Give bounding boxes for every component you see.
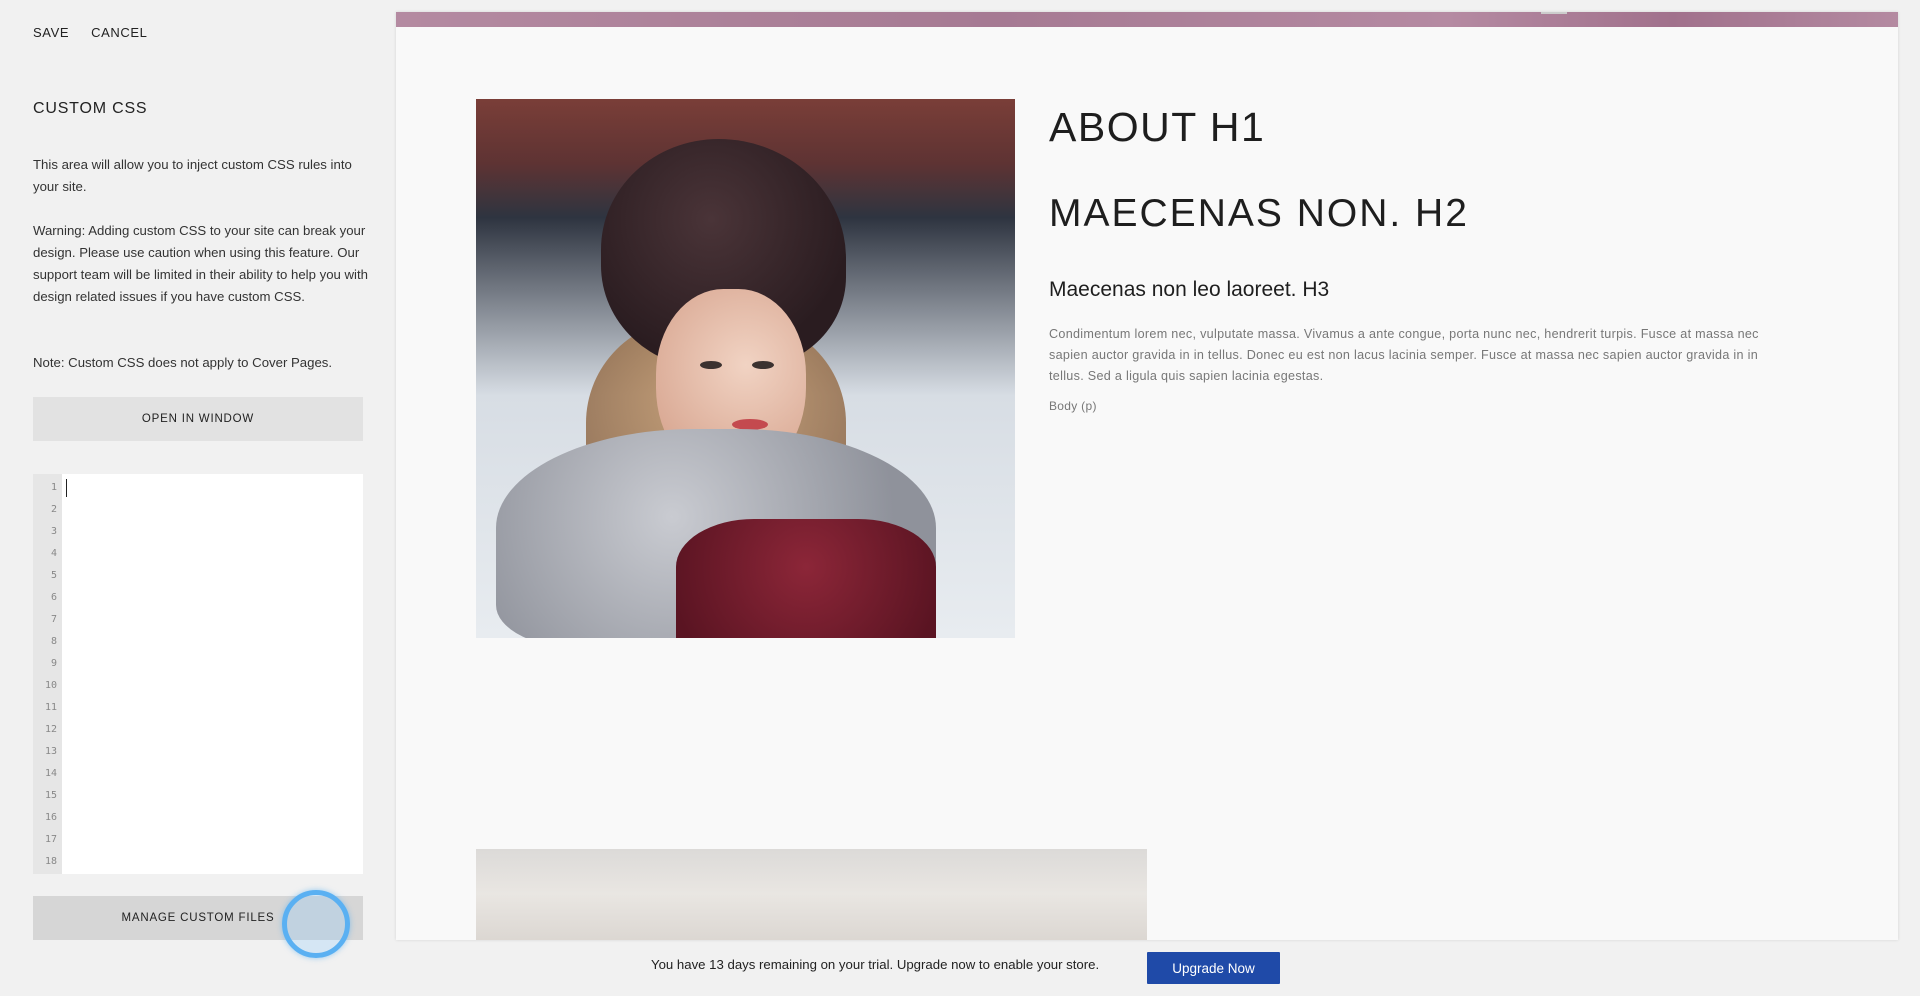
portrait-image bbox=[476, 99, 1015, 638]
line-number: 10 bbox=[44, 680, 57, 691]
upgrade-now-button[interactable]: Upgrade Now bbox=[1147, 952, 1280, 984]
text-cursor bbox=[66, 479, 67, 497]
site-preview: ABOUT H1 MAECENAS NON. H2 Maecenas non l… bbox=[396, 12, 1898, 940]
open-in-window-button[interactable]: OPEN IN WINDOW bbox=[33, 397, 363, 441]
preview-handle bbox=[1541, 12, 1567, 14]
trial-message: You have 13 days remaining on your trial… bbox=[651, 957, 1100, 972]
line-number: 9 bbox=[50, 658, 57, 669]
heading-h1: ABOUT H1 bbox=[1049, 104, 1266, 150]
code-input-area[interactable] bbox=[62, 474, 363, 874]
line-number: 16 bbox=[44, 812, 57, 823]
cancel-button[interactable]: CANCEL bbox=[91, 25, 147, 40]
heading-h2: MAECENAS NON. H2 bbox=[1049, 192, 1469, 235]
heading-h3: Maecenas non leo laoreet. H3 bbox=[1049, 278, 1330, 301]
line-number: 7 bbox=[50, 614, 57, 625]
line-number: 13 bbox=[44, 746, 57, 757]
line-number: 17 bbox=[44, 834, 57, 845]
line-number-gutter: 1 2 3 4 5 6 7 8 9 10 11 12 13 14 15 16 17 18 bbox=[33, 474, 62, 874]
click-indicator bbox=[282, 890, 350, 958]
secondary-image bbox=[476, 849, 1147, 940]
line-number: 6 bbox=[50, 592, 57, 603]
header-banner-strip bbox=[396, 12, 1898, 27]
image-eye-shape bbox=[700, 361, 722, 369]
body-style-label: Body (p) bbox=[1049, 399, 1097, 413]
save-button[interactable]: SAVE bbox=[33, 25, 69, 40]
css-code-editor[interactable]: 1 2 3 4 5 6 7 8 9 10 11 12 13 14 15 16 17 18 bbox=[33, 474, 363, 874]
css-editor-sidebar: SAVE CANCEL CUSTOM CSS This area will al… bbox=[0, 0, 395, 996]
line-number: 4 bbox=[50, 548, 57, 559]
line-number: 1 bbox=[50, 482, 57, 493]
warning-text: Warning: Adding custom CSS to your site … bbox=[33, 223, 368, 304]
note-text: Note: Custom CSS does not apply to Cover… bbox=[33, 355, 333, 370]
image-coat-shape bbox=[676, 519, 936, 638]
line-number: 14 bbox=[44, 768, 57, 779]
line-number: 8 bbox=[50, 636, 57, 647]
description-text: This area will allow you to inject custo… bbox=[33, 157, 352, 194]
line-number: 5 bbox=[50, 570, 57, 581]
line-number: 11 bbox=[44, 702, 57, 713]
top-actions: SAVE CANCEL bbox=[33, 25, 147, 40]
line-number: 2 bbox=[50, 504, 57, 515]
image-eye-shape bbox=[752, 361, 774, 369]
line-number: 15 bbox=[44, 790, 57, 801]
line-number: 3 bbox=[50, 526, 57, 537]
body-paragraph: Condimentum lorem nec, vulputate massa. … bbox=[1049, 327, 1759, 383]
line-number: 18 bbox=[44, 856, 57, 867]
panel-title: CUSTOM CSS bbox=[33, 100, 148, 117]
line-number: 12 bbox=[44, 724, 57, 735]
